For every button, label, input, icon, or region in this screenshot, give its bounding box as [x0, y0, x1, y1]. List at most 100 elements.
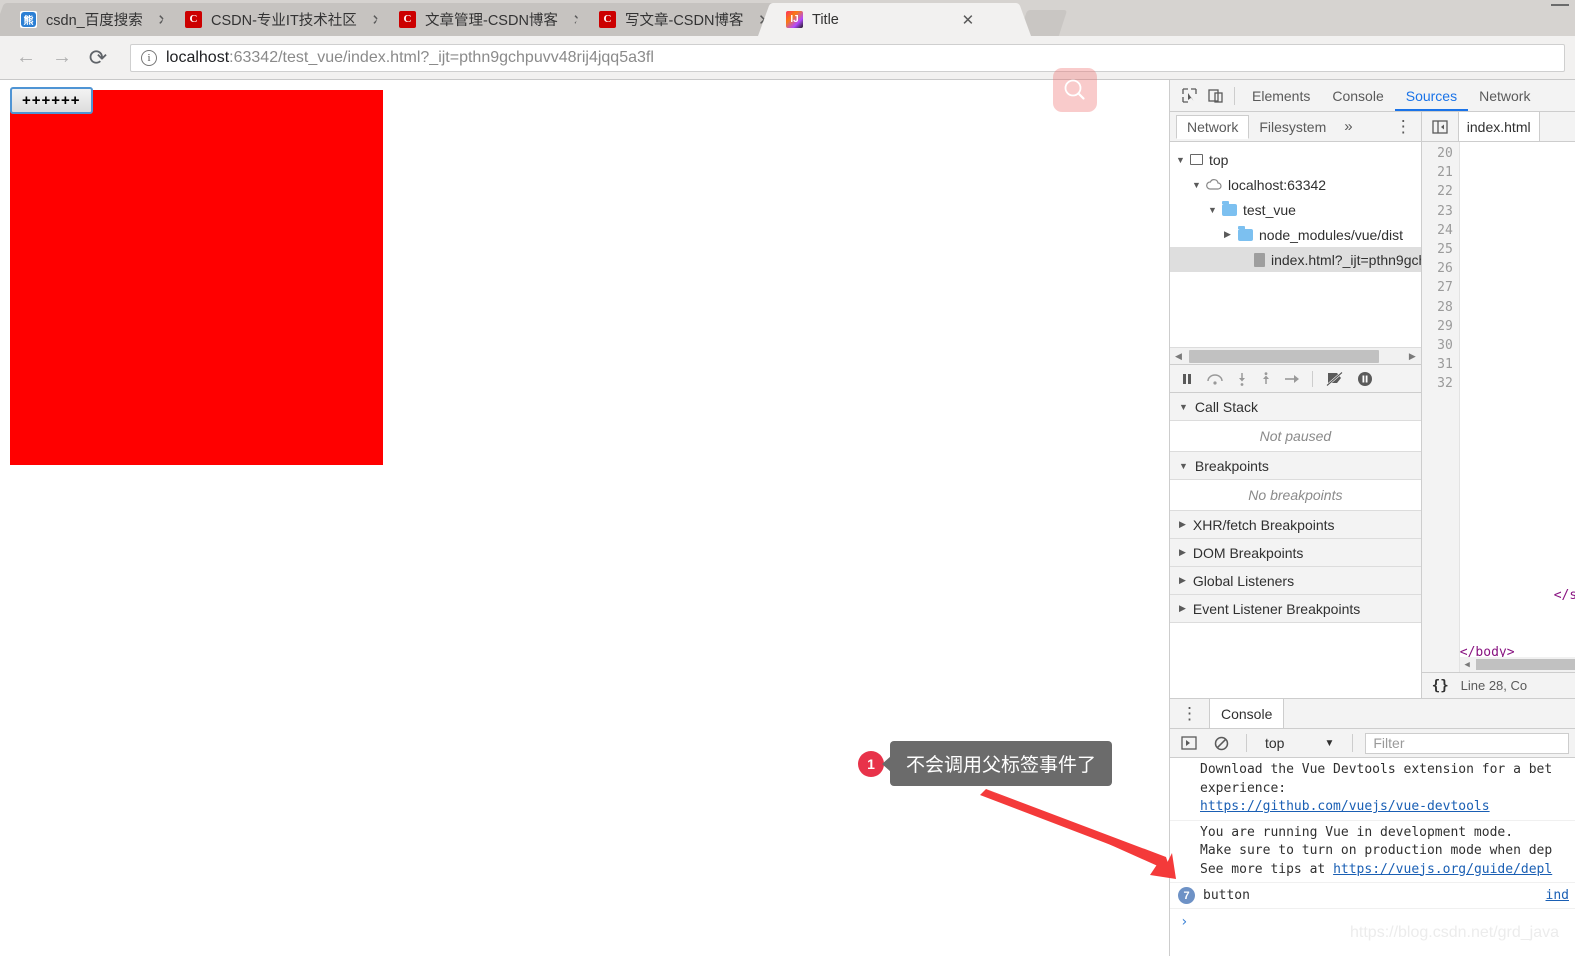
tree-item-node-modules[interactable]: ▶ node_modules/vue/dist: [1170, 222, 1421, 247]
section-call-stack[interactable]: ▼ Call Stack: [1170, 393, 1421, 421]
devtools-panel: Elements Console Sources Network Network…: [1169, 80, 1575, 956]
browser-tab-title: 文章管理-CSDN博客: [424, 13, 558, 29]
inspect-element-icon[interactable]: [1176, 83, 1202, 109]
section-breakpoints[interactable]: ▼ Breakpoints: [1170, 452, 1421, 480]
browser-tab-2[interactable]: C 文章管理-CSDN博客 ✕: [384, 3, 596, 36]
section-dom-breakpoints[interactable]: ▶ DOM Breakpoints: [1170, 539, 1421, 567]
browser-tab-title: 写文章-CSDN博客: [625, 13, 744, 29]
navigator-subtab-filesystem[interactable]: Filesystem: [1249, 117, 1336, 137]
tree-item-origin[interactable]: ▼ localhost:63342: [1170, 172, 1421, 197]
expander-icon[interactable]: ▼: [1179, 461, 1188, 471]
tree-item-top[interactable]: ▼ top: [1170, 147, 1421, 172]
section-event-listener-breakpoints[interactable]: ▶ Event Listener Breakpoints: [1170, 595, 1421, 623]
navigator-menu-icon[interactable]: ⋮: [1386, 118, 1421, 135]
console-toolbar: top ▼ Filter: [1170, 729, 1575, 758]
section-xhr-breakpoints[interactable]: ▶ XHR/fetch Breakpoints: [1170, 511, 1421, 539]
expander-icon[interactable]: ▼: [1179, 402, 1188, 412]
reload-icon[interactable]: ⟳: [82, 42, 114, 74]
toolbar-divider: [1246, 734, 1247, 752]
show-navigator-icon[interactable]: [1427, 116, 1453, 138]
section-title: Global Listeners: [1192, 572, 1295, 589]
browser-tab-1[interactable]: C CSDN-专业IT技术社区 ✕: [170, 3, 395, 36]
browser-tab-4-active[interactable]: IJ Title ✕: [771, 3, 1017, 36]
code-content[interactable]: ) </scr </body>: [1460, 142, 1575, 672]
console-message-vue-devtools: Download the Vue Devtools extension for …: [1170, 758, 1575, 821]
scroll-left-icon[interactable]: ◀: [1460, 660, 1475, 670]
minimize-window-button[interactable]: [1551, 4, 1569, 6]
editor-tab-index-html[interactable]: index.html: [1457, 112, 1540, 141]
tree-item-test-vue[interactable]: ▼ test_vue: [1170, 197, 1421, 222]
clear-console-icon[interactable]: [1208, 730, 1234, 756]
url-host: localhost: [166, 48, 230, 66]
step-into-icon[interactable]: [1236, 372, 1248, 386]
section-global-listeners[interactable]: ▶ Global Listeners: [1170, 567, 1421, 595]
message-prefix: See more tips at: [1200, 861, 1334, 877]
message-link[interactable]: https://github.com/vuejs/vue-devtools: [1200, 799, 1490, 814]
expander-icon[interactable]: ▶: [1179, 575, 1186, 586]
address-bar[interactable]: i localhost :63342/test_vue/index.html?_…: [130, 43, 1565, 72]
line-number: 29: [1437, 318, 1453, 334]
drawer-tab-console[interactable]: Console: [1209, 699, 1285, 728]
url-path: :63342/test_vue/index.html?_ijt=pthn9gch…: [229, 48, 654, 66]
pretty-print-icon[interactable]: {}: [1432, 678, 1449, 694]
devtools-tab-network[interactable]: Network: [1468, 80, 1541, 111]
step-over-icon[interactable]: [1206, 372, 1224, 386]
chevron-down-icon[interactable]: ▼: [1324, 738, 1334, 749]
back-icon[interactable]: ←: [10, 42, 42, 74]
editor-horizontal-scrollbar[interactable]: ◀: [1459, 657, 1575, 672]
scroll-track[interactable]: [1187, 348, 1404, 365]
navigator-horizontal-scrollbar[interactable]: ◀ ▶: [1170, 347, 1421, 364]
tree-item-label: test_vue: [1243, 201, 1296, 218]
expander-icon[interactable]: ▼: [1208, 205, 1222, 215]
expander-icon[interactable]: ▶: [1179, 547, 1186, 558]
scroll-right-icon[interactable]: ▶: [1404, 351, 1421, 362]
devtools-tab-console[interactable]: Console: [1321, 80, 1394, 111]
search-icon[interactable]: [1053, 68, 1097, 112]
expander-icon[interactable]: ▶: [1179, 519, 1186, 530]
devtools-tabbar: Elements Console Sources Network: [1170, 80, 1575, 112]
more-tabs-icon[interactable]: »: [1336, 118, 1360, 135]
code-line: ): [1460, 528, 1575, 547]
watermark: https://blog.csdn.net/grd_java: [1350, 924, 1560, 941]
message-source-link[interactable]: ind: [1546, 888, 1575, 903]
plus-button[interactable]: ++++++: [10, 87, 93, 114]
execution-context-selector[interactable]: top ▼: [1259, 735, 1340, 751]
expander-icon[interactable]: ▶: [1224, 229, 1238, 240]
scroll-thumb[interactable]: [1476, 659, 1575, 670]
execution-context-icon[interactable]: [1176, 730, 1202, 756]
deactivate-breakpoints-icon[interactable]: [1325, 371, 1345, 387]
browser-tab-title: csdn_百度搜索: [46, 13, 143, 29]
message-link[interactable]: https://vuejs.org/guide/depl: [1333, 862, 1552, 877]
console-filter-input[interactable]: Filter: [1365, 732, 1569, 754]
toggle-device-toolbar-icon[interactable]: [1202, 83, 1228, 109]
section-title: Call Stack: [1194, 398, 1258, 415]
page-info-icon[interactable]: i: [141, 49, 157, 66]
close-icon[interactable]: ✕: [959, 11, 977, 29]
line-number-gutter: 20 21 22 23 24 25 26 27 28 29 30 31 32: [1421, 142, 1460, 672]
scroll-left-icon[interactable]: ◀: [1170, 351, 1187, 362]
csdn-favicon: C: [599, 11, 617, 28]
expander-icon[interactable]: ▼: [1192, 180, 1206, 190]
sources-navigator: Network Filesystem » ⋮ ▼ top ▼ localhost…: [1170, 112, 1422, 698]
navigator-subtab-network[interactable]: Network: [1176, 114, 1250, 139]
expander-icon[interactable]: ▼: [1176, 155, 1190, 165]
browser-tab-0[interactable]: 熊 csdn_百度搜索 ✕: [6, 3, 181, 36]
expander-icon[interactable]: ▶: [1179, 603, 1186, 614]
devtools-tab-elements[interactable]: Elements: [1241, 80, 1321, 111]
pause-resume-icon[interactable]: [1180, 372, 1194, 386]
forward-icon[interactable]: →: [46, 42, 78, 74]
step-icon[interactable]: [1284, 372, 1300, 386]
devtools-tab-sources[interactable]: Sources: [1395, 80, 1468, 111]
red-parent-div[interactable]: [10, 90, 383, 465]
message-line: experience:: [1200, 780, 1287, 796]
scroll-thumb[interactable]: [1189, 349, 1379, 363]
page-viewport: ++++++: [0, 80, 1169, 956]
browser-tab-3[interactable]: C 写文章-CSDN博客 ✕: [585, 3, 782, 36]
pause-on-exceptions-icon[interactable]: [1357, 371, 1373, 387]
tree-item-index-html[interactable]: index.html?_ijt=pthn9gchpuv: [1170, 247, 1421, 272]
console-message-dev-mode: You are running Vue in development mode.…: [1170, 821, 1575, 883]
code-editor[interactable]: 20 21 22 23 24 25 26 27 28 29 30 31 32 <…: [1421, 142, 1575, 672]
drawer-menu-icon[interactable]: ⋮: [1170, 705, 1209, 722]
step-out-icon[interactable]: [1260, 371, 1272, 386]
console-output: Download the Vue Devtools extension for …: [1170, 758, 1575, 956]
